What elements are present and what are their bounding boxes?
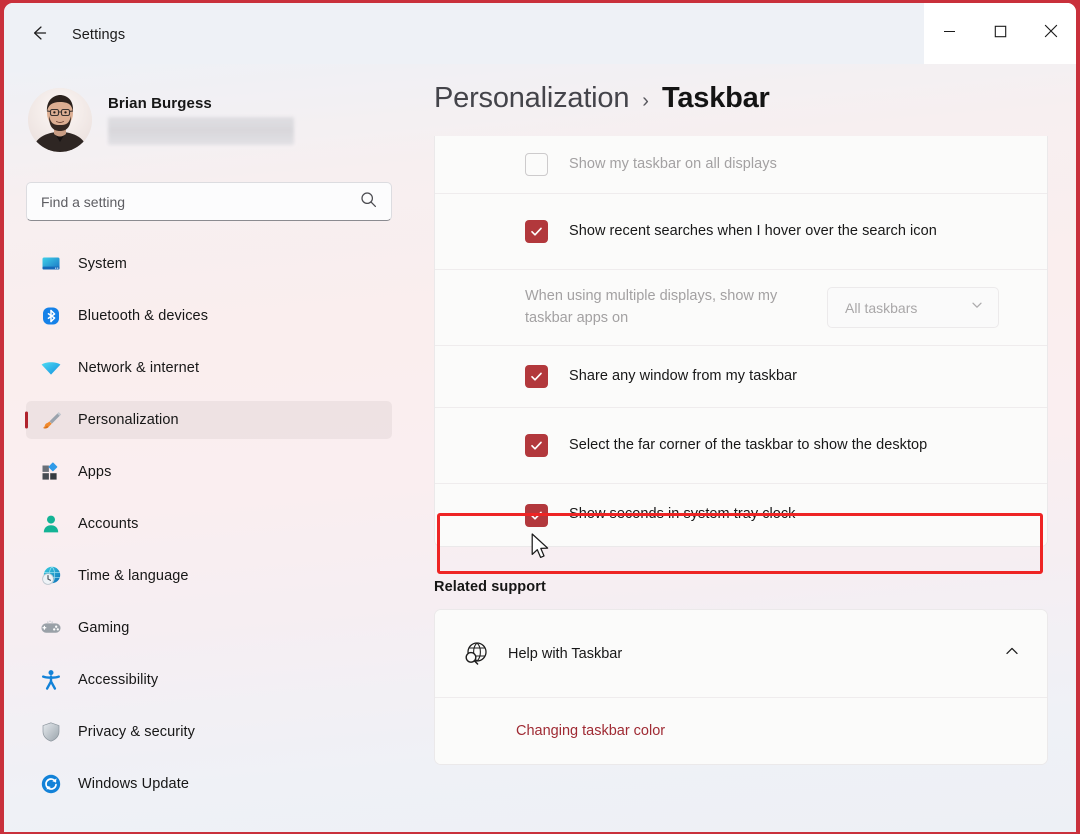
sidebar-item-label: Bluetooth & devices (78, 308, 209, 324)
sidebar-item-label: Accounts (78, 516, 139, 532)
checkbox-icon (525, 153, 548, 176)
bluetooth-icon (40, 305, 62, 327)
sidebar-item-privacy-security[interactable]: Privacy & security (26, 713, 392, 751)
sidebar-item-accessibility[interactable]: Accessibility (26, 661, 392, 699)
sidebar-item-label: Personalization (78, 412, 179, 428)
checkbox-far-corner-show-desktop[interactable]: Select the far corner of the taskbar to … (435, 434, 1023, 457)
settings-row: Show my taskbar on all displays (435, 136, 1047, 194)
help-with-taskbar-row[interactable]: Help with Taskbar (435, 610, 1047, 698)
shield-icon (40, 721, 62, 743)
sidebar-item-label: Gaming (78, 620, 130, 636)
checkbox-show-seconds-system-tray-clock[interactable]: Show seconds in system tray clock (435, 503, 1023, 527)
accessibility-icon (40, 669, 62, 691)
related-support-title: Related support (434, 579, 546, 595)
sidebar-item-apps[interactable]: Apps (26, 453, 392, 491)
maximize-button[interactable] (975, 3, 1026, 64)
help-with-taskbar-label: Help with Taskbar (508, 645, 623, 662)
minimize-icon (943, 25, 956, 43)
taskbar-apps-dropdown: All taskbars (827, 287, 999, 328)
breadcrumb-parent[interactable]: Personalization (434, 82, 629, 115)
update-refresh-icon (40, 773, 62, 795)
settings-row-label: Show my taskbar on all displays (569, 155, 777, 172)
sidebar-item-label: Network & internet (78, 360, 200, 376)
avatar (28, 88, 92, 152)
checkbox-share-any-window[interactable]: Share any window from my taskbar (435, 365, 1023, 388)
chevron-up-icon[interactable] (1003, 642, 1021, 665)
sidebar-item-label: System (78, 256, 127, 272)
settings-row-label: Share any window from my taskbar (569, 367, 798, 384)
sidebar-item-label: Apps (78, 464, 112, 480)
settings-row-label: Show recent searches when I hover over t… (569, 222, 937, 239)
sidebar-item-personalization[interactable]: Personalization (26, 401, 392, 439)
support-link-row[interactable]: Changing taskbar color (435, 698, 1047, 764)
search-box[interactable] (26, 182, 392, 221)
globe-search-icon (460, 639, 492, 669)
sidebar-item-windows-update[interactable]: Windows Update (26, 765, 392, 803)
related-support-card: Help with Taskbar Changing taskbar color (434, 609, 1048, 765)
close-button[interactable] (1025, 3, 1076, 64)
account-meta: Brian Burgess (108, 95, 294, 145)
content-pane: Personalization › Taskbar Show my taskba… (420, 64, 1076, 832)
settings-row-label: Show seconds in system tray clock (569, 506, 796, 523)
settings-row-label: When using multiple displays, show my ta… (525, 288, 778, 326)
sidebar-item-label: Time & language (78, 568, 189, 584)
settings-row[interactable]: Show seconds in system tray clock (435, 484, 1047, 546)
sidebar-item-label: Privacy & security (78, 724, 196, 740)
title-bar-left: Settings (4, 3, 125, 67)
arrow-left-icon (29, 23, 49, 48)
account-name: Brian Burgess (108, 95, 212, 112)
checkbox-show-taskbar-all-displays: Show my taskbar on all displays (435, 153, 1023, 176)
sidebar-item-network-internet[interactable]: Network & internet (26, 349, 392, 387)
dropdown-value: All taskbars (845, 299, 918, 316)
sidebar-item-system[interactable]: System (26, 245, 392, 283)
close-icon (1044, 24, 1058, 43)
account-row[interactable]: Brian Burgess (26, 84, 420, 156)
checkbox-icon[interactable] (525, 365, 548, 388)
sidebar-item-label: Windows Update (78, 776, 190, 792)
multi-display-taskbar-apps-row: When using multiple displays, show my ta… (435, 286, 1023, 328)
window-body: Brian Burgess Find a setting System Blue… (4, 64, 1076, 832)
settings-window: Settings Brian Burgess Find a setting Sy… (4, 3, 1076, 832)
chevron-down-icon (970, 298, 984, 317)
person-icon (40, 513, 62, 535)
search-input[interactable] (41, 193, 360, 210)
sidebar: Brian Burgess Find a setting System Blue… (4, 64, 420, 832)
account-email-redacted (108, 117, 294, 145)
checkbox-icon[interactable] (525, 434, 548, 457)
apps-blocks-icon (40, 461, 62, 483)
maximize-icon (994, 25, 1007, 43)
window-controls (924, 3, 1076, 64)
minimize-button[interactable] (924, 3, 975, 64)
title-bar: Settings (4, 3, 1076, 67)
breadcrumb-separator-icon: › (642, 90, 649, 112)
clock-globe-icon (40, 565, 62, 587)
page-title: Taskbar (661, 82, 770, 114)
support-link[interactable]: Changing taskbar color (516, 723, 665, 739)
back-button[interactable] (22, 18, 56, 52)
checkbox-show-recent-searches[interactable]: Show recent searches when I hover over t… (435, 220, 1023, 243)
wifi-icon (40, 357, 62, 379)
app-title: Settings (72, 27, 126, 43)
settings-row[interactable]: Show recent searches when I hover over t… (435, 194, 1047, 270)
sidebar-item-time-language[interactable]: Time & language (26, 557, 392, 595)
sidebar-item-label: Accessibility (78, 672, 159, 688)
settings-row-label: Select the far corner of the taskbar to … (569, 436, 928, 453)
settings-row[interactable]: Select the far corner of the taskbar to … (435, 408, 1047, 484)
sidebar-item-accounts[interactable]: Accounts (26, 505, 392, 543)
breadcrumb: Personalization › Taskbar (434, 82, 1076, 115)
sidebar-item-gaming[interactable]: Gaming (26, 609, 392, 647)
search-wrapper (26, 182, 392, 221)
sidebar-nav: System Bluetooth & devices Network & int… (26, 245, 420, 803)
settings-row[interactable]: Share any window from my taskbar (435, 346, 1047, 408)
taskbar-settings-card: Show my taskbar on all displays Show rec… (434, 136, 1048, 547)
paintbrush-icon (40, 409, 62, 431)
search-icon (360, 191, 377, 213)
checkbox-icon[interactable] (525, 220, 548, 243)
monitor-icon (40, 253, 62, 275)
checkbox-icon[interactable] (525, 503, 548, 527)
gamepad-icon (40, 617, 62, 639)
sidebar-item-bluetooth-devices[interactable]: Bluetooth & devices (26, 297, 392, 335)
settings-row: When using multiple displays, show my ta… (435, 270, 1047, 346)
screenshot-root: Settings Brian Burgess Find a setting Sy… (0, 0, 1080, 834)
